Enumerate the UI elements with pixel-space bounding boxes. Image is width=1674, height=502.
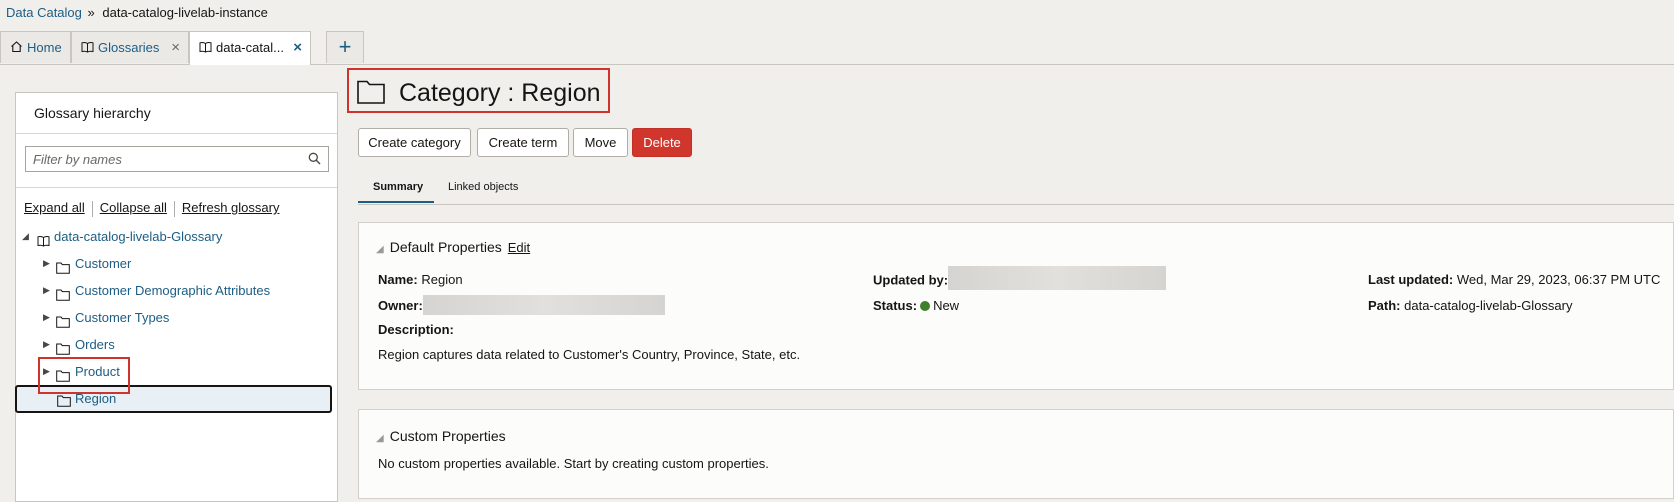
owner-property: Owner: [378,294,665,315]
path-value: data-catalog-livelab-Glossary [1404,298,1573,313]
tree-item-customer-types[interactable]: ▶ Customer Types [16,304,337,331]
name-value: Region [421,272,463,287]
tab-summary[interactable]: Summary [358,177,434,203]
expand-caret-icon[interactable]: ▶ [43,331,50,358]
collapse-all-link[interactable]: Collapse all [100,200,167,215]
tab-home[interactable]: Home [0,31,71,63]
collapse-triangle-icon[interactable]: ◢ [376,433,384,444]
name-label: Name: [378,272,418,287]
add-tab-button[interactable]: + [326,31,364,63]
close-tab-icon[interactable]: × [171,32,180,64]
panel-title: Glossary hierarchy [16,93,337,134]
path-label: Path: [1368,298,1401,313]
tree-item-orders[interactable]: ▶ Orders [16,331,337,358]
status-label: Status: [873,298,918,313]
tree-item-label: Customer Demographic Attributes [75,283,271,298]
name-property: Name: Region [378,272,463,287]
custom-properties-card: ◢ Custom Properties No custom properties … [358,409,1674,499]
tree-glossary-label: data-catalog-livelab-Glossary [54,229,223,244]
divider [16,187,337,188]
tree-item-label: Orders [75,337,115,352]
redacted-owner [422,294,665,315]
edit-link[interactable]: Edit [508,240,530,255]
tree-item-label: Customer [75,256,132,271]
refresh-glossary-link[interactable]: Refresh glossary [182,200,280,215]
path-property: Path: data-catalog-livelab-Glossary [1368,298,1572,313]
create-category-button[interactable]: Create category [358,128,471,157]
folder-icon [57,391,71,415]
glossary-hierarchy-panel: Glossary hierarchy Expand all Collapse al… [15,92,338,502]
tree-actions: Expand all Collapse all Refresh glossary [24,200,279,217]
default-properties-card: ◢ Default Properties Edit Name: Region Own… [358,222,1674,390]
expand-all-link[interactable]: Expand all [24,200,85,215]
breadcrumb-current: data-catalog-livelab-instance [102,5,268,20]
book-icon [199,33,212,65]
custom-properties-header: ◢ Custom Properties [376,428,506,444]
filter-input[interactable] [31,147,305,171]
detail-tabs: Summary Linked objects [358,177,1674,205]
tab-data-catalog-label: data-catal... [216,40,284,55]
tree-item-label: Customer Types [75,310,170,325]
divider [173,200,175,217]
tree-item-customer[interactable]: ▶ Customer [16,250,337,277]
move-button[interactable]: Move [573,128,628,157]
close-tab-icon[interactable]: × [293,32,302,64]
breadcrumb-data-catalog-link[interactable]: Data Catalog [6,5,82,20]
expand-caret-icon[interactable]: ▶ [43,304,50,331]
description-property: Description: [378,322,454,337]
divider [91,200,93,217]
tree-item-glossary[interactable]: ◢ data-catalog-livelab-Glossary [16,223,337,250]
section-title: Default Properties [389,239,502,255]
tree-item-customer-demographic-attributes[interactable]: ▶ Customer Demographic Attributes [16,277,337,304]
tab-glossaries[interactable]: Glossaries × [71,31,189,63]
collapse-triangle-icon[interactable]: ◢ [376,244,384,255]
updated-by-property: Updated by: [873,266,1167,290]
expand-caret-icon[interactable]: ▶ [43,277,50,304]
status-value: New [933,298,960,313]
breadcrumb-separator: » [87,5,95,20]
tab-linked-objects[interactable]: Linked objects [448,177,518,203]
description-value: Region captures data related to Customer… [378,347,801,362]
last-updated-label: Last updated: [1368,272,1454,287]
home-icon [10,33,23,65]
tab-home-label: Home [27,40,62,55]
tab-bar: Home Glossaries × data-catal... × + [0,31,1674,65]
custom-properties-message: No custom properties available. Start by… [378,456,769,471]
expand-caret-icon[interactable]: ▶ [43,250,50,277]
default-properties-header: ◢ Default Properties Edit [376,239,530,255]
filter-field[interactable] [25,146,329,172]
search-icon[interactable] [308,152,321,168]
tab-glossaries-label: Glossaries [98,40,160,55]
create-term-button[interactable]: Create term [477,128,569,157]
highlight-box [38,357,130,394]
status-dot-icon [920,300,931,311]
description-label: Description: [378,322,454,337]
last-updated-value: Wed, Mar 29, 2023, 06:37 PM UTC [1456,272,1661,287]
status-property: Status: New [873,298,959,313]
book-icon [81,33,94,65]
collapse-triangle-icon[interactable]: ◢ [22,223,29,250]
section-title: Custom Properties [389,428,506,444]
delete-button[interactable]: Delete [632,128,692,157]
breadcrumb: Data Catalog » data-catalog-livelab-inst… [6,4,268,22]
owner-label: Owner: [378,298,423,313]
updated-by-label: Updated by: [873,272,949,288]
highlight-box [347,68,610,113]
redacted-updated-by [948,266,1167,290]
last-updated-property: Last updated: Wed, Mar 29, 2023, 06:37 P… [1368,272,1660,287]
tab-data-catalog-glossary[interactable]: data-catal... × [189,31,311,65]
